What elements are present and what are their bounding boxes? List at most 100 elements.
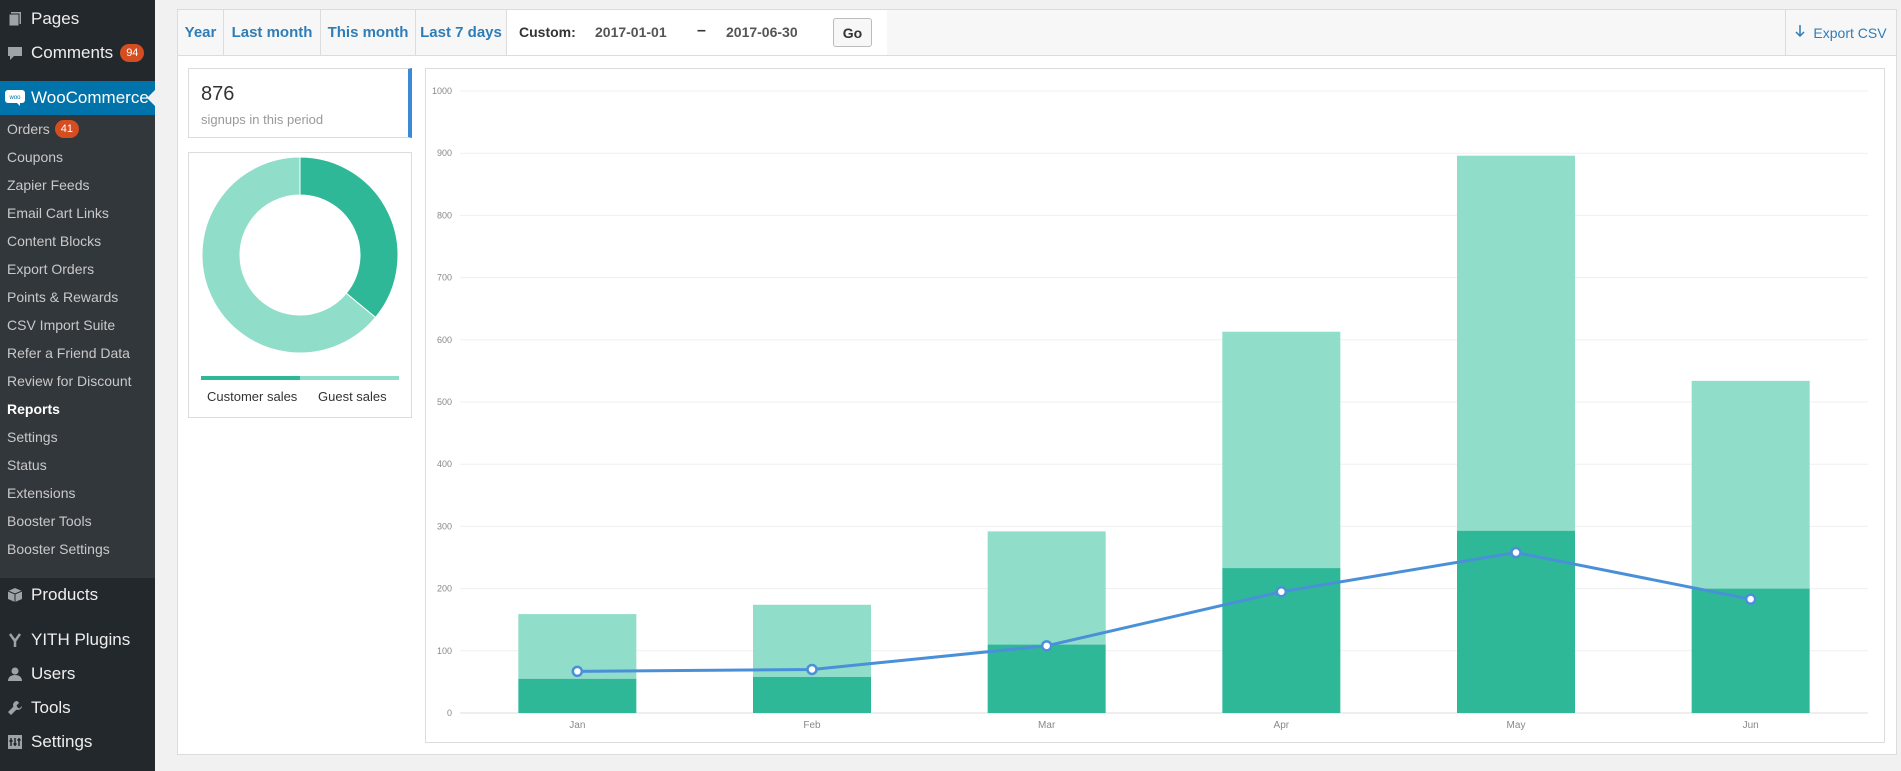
sidebar-item-users[interactable]: Users bbox=[0, 657, 155, 691]
y-tick-label: 900 bbox=[437, 148, 452, 158]
sidebar-item-products[interactable]: Products bbox=[0, 578, 155, 612]
woocommerce-submenu: Orders 41 Coupons Zapier Feeds Email Car… bbox=[0, 115, 155, 578]
bar-guest-sales bbox=[987, 531, 1106, 645]
submenu-item-label: Status bbox=[7, 457, 47, 473]
y-tick-label: 300 bbox=[437, 521, 452, 531]
bar-guest-sales bbox=[1457, 155, 1575, 531]
legend-guest-sales[interactable]: Guest sales bbox=[318, 389, 387, 404]
sidebar-item-label: Users bbox=[31, 664, 76, 683]
tab-last-7-days[interactable]: Last 7 days bbox=[416, 10, 507, 55]
guest-legend-swatch bbox=[300, 376, 399, 380]
submenu-item-content-blocks[interactable]: Content Blocks bbox=[7, 227, 101, 255]
wrench-icon bbox=[0, 700, 30, 716]
signups-point bbox=[1275, 585, 1288, 598]
bar-customer-sales bbox=[518, 678, 637, 713]
export-csv-button[interactable]: Export CSV bbox=[1785, 10, 1896, 55]
y-tick-label: 400 bbox=[437, 459, 452, 469]
y-tick-label: 600 bbox=[437, 335, 452, 345]
users-icon bbox=[0, 666, 30, 682]
tab-year[interactable]: Year bbox=[178, 10, 224, 55]
x-tick-label: Jun bbox=[1743, 720, 1759, 731]
download-arrow-icon bbox=[1795, 24, 1805, 41]
submenu-item-label: CSV Import Suite bbox=[7, 317, 116, 333]
custom-range-label: Custom: bbox=[519, 24, 576, 40]
sidebar-item-yith-plugins[interactable]: YITH Plugins bbox=[0, 623, 155, 657]
signups-point bbox=[1744, 593, 1757, 605]
submenu-item-csv-import-suite[interactable]: CSV Import Suite bbox=[7, 311, 115, 339]
submenu-item-label: Review for Discount bbox=[7, 373, 132, 389]
submenu-item-status[interactable]: Status bbox=[7, 451, 47, 479]
bar-guest-sales bbox=[1222, 331, 1341, 569]
sales-donut-chart bbox=[201, 156, 399, 354]
y-tick-label: 200 bbox=[437, 584, 452, 594]
submenu-item-settings[interactable]: Settings bbox=[7, 423, 58, 451]
date-from-input[interactable]: 2017-01-01 bbox=[595, 24, 667, 40]
sidebar-item-settings[interactable]: Settings bbox=[0, 725, 155, 759]
signups-summary-card[interactable]: 876 signups in this period bbox=[188, 68, 412, 138]
donut-slice-customer bbox=[299, 156, 399, 319]
submenu-item-label: Reports bbox=[7, 401, 60, 417]
sidebar-item-pages[interactable]: Pages bbox=[0, 2, 155, 36]
y-tick-label: 0 bbox=[447, 708, 452, 718]
sales-bar-line-chart: 0 100 200 300 400 500 600 700 800 900 1000 Jan Feb Ma… bbox=[432, 86, 1868, 731]
sidebar-item-label: YITH Plugins bbox=[31, 630, 131, 649]
submenu-item-booster-settings[interactable]: Booster Settings bbox=[7, 535, 110, 563]
submenu-item-coupons[interactable]: Coupons bbox=[7, 143, 63, 171]
donut-legend-bar bbox=[201, 376, 399, 380]
submenu-item-orders[interactable]: Orders 41 bbox=[7, 115, 80, 143]
bar-customer-sales bbox=[1691, 588, 1810, 713]
bar-guest-sales bbox=[1691, 380, 1810, 589]
sales-donut-card: Customer sales Guest sales bbox=[188, 152, 412, 418]
svg-text:woo: woo bbox=[8, 95, 21, 101]
submenu-item-label: Booster Tools bbox=[7, 513, 92, 529]
submenu-item-review-for-discount[interactable]: Review for Discount bbox=[7, 367, 132, 395]
submenu-item-email-cart-links[interactable]: Email Cart Links bbox=[7, 199, 109, 227]
sidebar-item-label: Tools bbox=[31, 698, 71, 717]
report-panel: 876 signups in this period Customer sale… bbox=[177, 55, 1897, 755]
go-button[interactable]: Go bbox=[833, 18, 872, 47]
tab-last-month[interactable]: Last month bbox=[224, 10, 321, 55]
sidebar-item-comments[interactable]: Comments 94 bbox=[0, 36, 155, 70]
submenu-item-label: Booster Settings bbox=[7, 541, 110, 557]
submenu-item-label: Points & Rewards bbox=[7, 289, 119, 305]
submenu-item-extensions[interactable]: Extensions bbox=[7, 479, 75, 507]
sidebar-item-woocommerce[interactable]: woo WooCommerce bbox=[0, 81, 155, 115]
submenu-item-label: Coupons bbox=[7, 149, 64, 165]
pages-icon bbox=[0, 11, 30, 27]
submenu-item-label: Refer a Friend Data bbox=[7, 345, 130, 361]
legend-customer-sales[interactable]: Customer sales bbox=[207, 389, 297, 404]
customer-legend-swatch bbox=[201, 376, 300, 380]
submenu-item-zapier-feeds[interactable]: Zapier Feeds bbox=[7, 171, 89, 199]
submenu-item-refer-a-friend-data[interactable]: Refer a Friend Data bbox=[7, 339, 130, 367]
signups-point bbox=[571, 665, 584, 678]
sidebar-item-tools[interactable]: Tools bbox=[0, 691, 155, 725]
submenu-item-label: Email Cart Links bbox=[7, 205, 109, 221]
bar-customer-sales bbox=[987, 644, 1106, 713]
submenu-item-export-orders[interactable]: Export Orders bbox=[7, 255, 94, 283]
tab-this-month[interactable]: This month bbox=[321, 10, 416, 55]
x-tick-label: Feb bbox=[803, 720, 821, 731]
x-tick-label: May bbox=[1507, 720, 1526, 731]
date-to-input[interactable]: 2017-06-30 bbox=[726, 24, 798, 40]
date-separator: – bbox=[697, 22, 706, 39]
signups-point bbox=[806, 663, 818, 676]
comment-icon bbox=[0, 45, 30, 61]
submenu-item-booster-tools[interactable]: Booster Tools bbox=[7, 507, 92, 535]
orders-count-badge: 41 bbox=[54, 120, 80, 138]
yith-icon bbox=[0, 632, 30, 648]
bar-customer-sales bbox=[753, 676, 871, 713]
sales-chart-card: 0 100 200 300 400 500 600 700 800 900 1000 Jan Feb Ma… bbox=[425, 68, 1885, 743]
submenu-item-label: Orders bbox=[7, 121, 50, 137]
submenu-item-reports[interactable]: Reports bbox=[7, 395, 60, 423]
y-tick-label: 800 bbox=[437, 210, 452, 220]
export-csv-label: Export CSV bbox=[1813, 24, 1887, 41]
signups-label: signups in this period bbox=[201, 112, 324, 127]
x-tick-label: Jan bbox=[569, 720, 585, 731]
custom-range-form: Custom: 2017-01-01 – 2017-06-30 Go bbox=[507, 10, 887, 57]
y-tick-label: 500 bbox=[437, 397, 452, 407]
y-tick-label: 700 bbox=[437, 273, 452, 283]
submenu-item-points-rewards[interactable]: Points & Rewards bbox=[7, 283, 118, 311]
comments-count-badge: 94 bbox=[120, 44, 145, 62]
submenu-item-label: Zapier Feeds bbox=[7, 177, 90, 193]
submenu-item-label: Extensions bbox=[7, 485, 76, 501]
